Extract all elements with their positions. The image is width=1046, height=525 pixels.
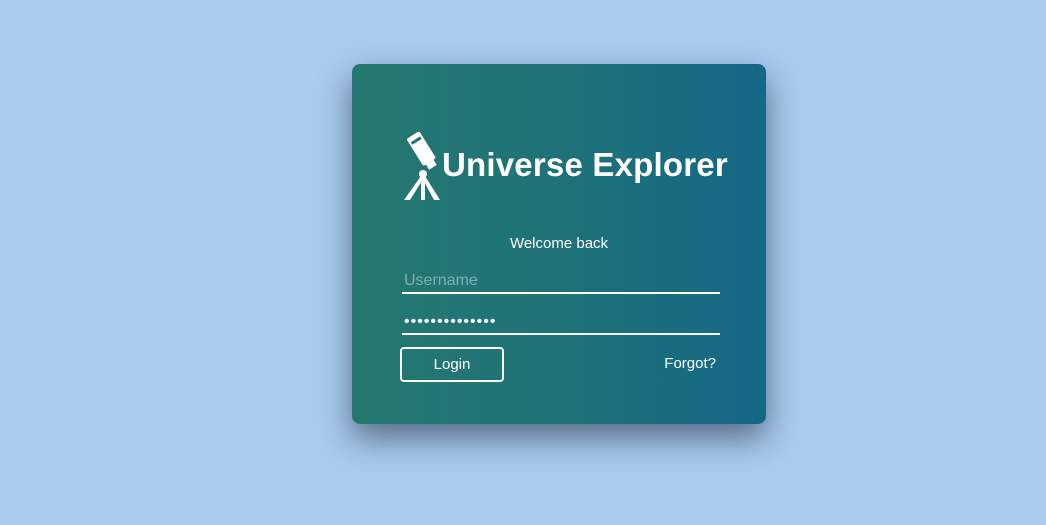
app-title: Universe Explorer	[442, 146, 728, 183]
forgot-password-link[interactable]: Forgot?	[664, 355, 716, 372]
brand-header: Universe Explorer	[400, 130, 728, 200]
login-button[interactable]: Login	[400, 347, 504, 382]
telescope-icon	[404, 131, 440, 200]
welcome-text: Welcome back	[509, 235, 609, 252]
password-input[interactable]	[402, 311, 720, 335]
username-input[interactable]	[402, 270, 720, 294]
login-card: Universe Explorer Welcome back Login For…	[352, 64, 766, 424]
